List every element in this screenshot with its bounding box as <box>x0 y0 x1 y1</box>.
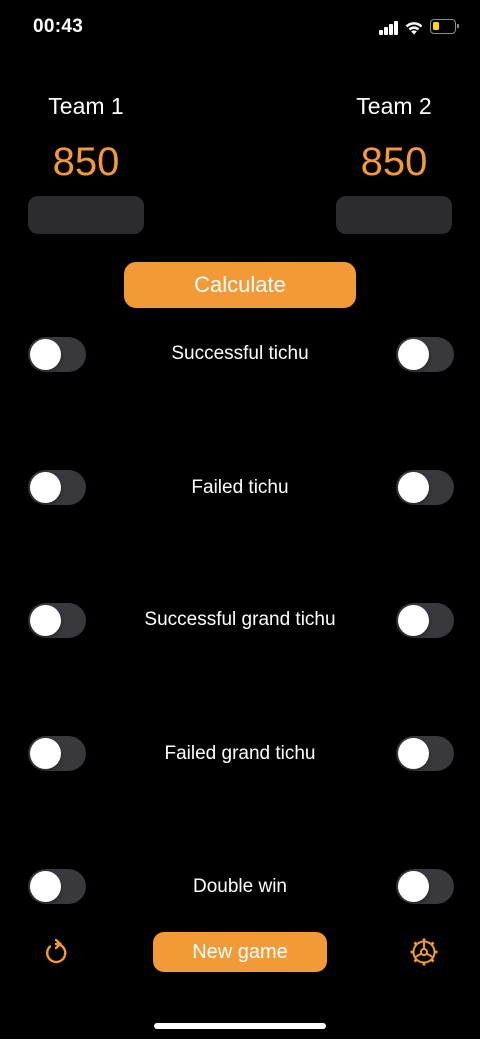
calculate-button[interactable]: Calculate <box>124 262 356 308</box>
team1-failed-tichu-toggle[interactable] <box>28 470 86 505</box>
toggle-knob <box>30 738 61 769</box>
toggle-knob <box>398 605 429 636</box>
toggle-knob <box>30 472 61 503</box>
team2-points-input[interactable] <box>336 196 452 234</box>
undo-icon[interactable] <box>41 937 71 967</box>
team2-failed-tichu-toggle[interactable] <box>396 470 454 505</box>
toggle-knob <box>30 605 61 636</box>
team2-score: 850 <box>360 140 428 184</box>
team1-score: 850 <box>52 140 120 184</box>
status-time: 00:43 <box>33 16 84 37</box>
team2-label: Team 2 <box>356 93 432 119</box>
team2-successful-grand-tichu-toggle[interactable] <box>396 603 454 638</box>
team1-successful-tichu-toggle[interactable] <box>28 337 86 372</box>
toggle-knob <box>398 871 429 902</box>
wifi-icon <box>405 22 423 35</box>
team1-label: Team 1 <box>48 93 124 119</box>
team2-successful-tichu-toggle[interactable] <box>396 337 454 372</box>
toggle-knob <box>30 871 61 902</box>
new-game-button[interactable]: New game <box>153 932 327 972</box>
toggle-knob <box>398 738 429 769</box>
double-win-label: Double win <box>193 876 287 897</box>
successful-grand-tichu-label: Successful grand tichu <box>144 609 336 630</box>
toggle-knob <box>30 339 61 370</box>
team1-points-input[interactable] <box>28 196 144 234</box>
team2-failed-grand-tichu-toggle[interactable] <box>396 736 454 771</box>
home-indicator <box>154 1023 326 1029</box>
toggle-knob <box>398 472 429 503</box>
successful-tichu-label: Successful tichu <box>171 343 309 364</box>
toggle-knob <box>398 339 429 370</box>
failed-grand-tichu-label: Failed grand tichu <box>164 743 316 764</box>
team1-double-win-toggle[interactable] <box>28 869 86 904</box>
settings-icon[interactable] <box>409 937 439 967</box>
team1-failed-grand-tichu-toggle[interactable] <box>28 736 86 771</box>
team1-successful-grand-tichu-toggle[interactable] <box>28 603 86 638</box>
battery-icon <box>430 19 459 34</box>
signal-icon <box>379 21 399 35</box>
team2-double-win-toggle[interactable] <box>396 869 454 904</box>
failed-tichu-label: Failed tichu <box>191 477 289 498</box>
